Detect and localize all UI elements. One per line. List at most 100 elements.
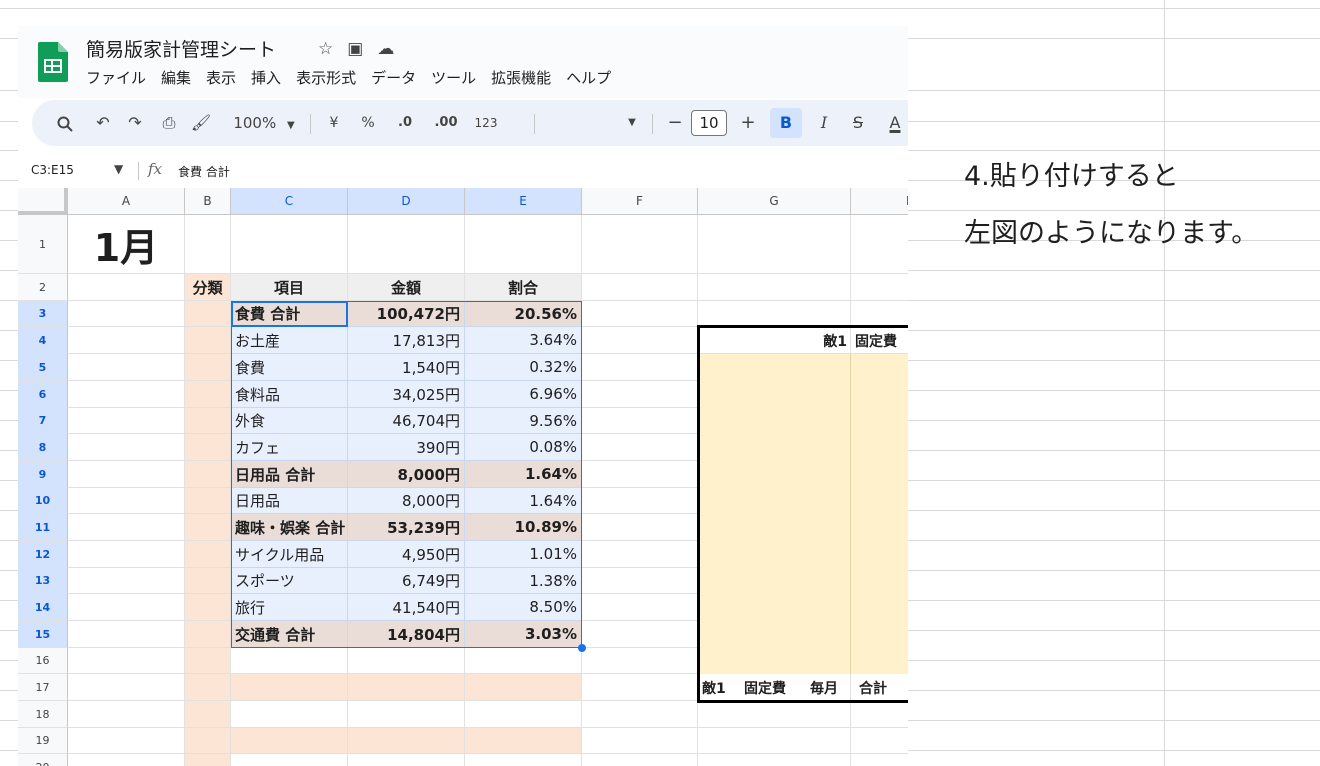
cell[interactable] (68, 301, 185, 327)
amount-cell[interactable]: 46,704円 (348, 408, 465, 434)
cell[interactable] (231, 728, 348, 754)
cell[interactable] (68, 434, 185, 461)
row-header-3[interactable]: 3 (18, 301, 68, 327)
column-header-b[interactable]: B (185, 188, 231, 215)
undo-icon[interactable]: ↶ (90, 100, 116, 146)
amount-cell[interactable]: 14,804円 (348, 621, 465, 648)
cell[interactable] (851, 728, 908, 754)
search-icon[interactable] (52, 100, 78, 146)
cell[interactable] (231, 648, 348, 674)
row-header-7[interactable]: 7 (18, 408, 68, 434)
cell[interactable] (698, 215, 851, 274)
item-cell[interactable]: サイクル用品 (231, 541, 348, 568)
cell[interactable] (185, 621, 231, 648)
row-header-17[interactable]: 17 (18, 674, 68, 701)
cell[interactable] (582, 621, 698, 648)
text-color-button[interactable]: A (883, 100, 907, 146)
menu-help[interactable]: ヘルプ (566, 67, 611, 88)
cell[interactable] (185, 701, 231, 728)
item-cell[interactable]: 趣味・娯楽 合計 (231, 514, 348, 541)
cell[interactable] (68, 621, 185, 648)
amount-cell[interactable]: 53,239円 (348, 514, 465, 541)
strikethrough-icon[interactable]: S (847, 100, 869, 146)
increase-font-size-button[interactable]: + (737, 100, 759, 146)
cell[interactable] (582, 674, 698, 701)
cell[interactable] (582, 434, 698, 461)
item-cell[interactable]: 日用品 (231, 488, 348, 514)
cell[interactable] (68, 408, 185, 434)
cell[interactable] (348, 648, 465, 674)
row-header-5[interactable]: 5 (18, 354, 68, 381)
cell[interactable] (582, 568, 698, 594)
currency-button[interactable]: ¥ (322, 100, 346, 146)
print-icon[interactable]: ⎙ (156, 100, 182, 146)
amount-cell[interactable]: 8,000円 (348, 488, 465, 514)
ratio-cell[interactable]: 1.64% (465, 461, 582, 488)
row-header-16[interactable]: 16 (18, 648, 68, 674)
amount-cell[interactable]: 34,025円 (348, 381, 465, 408)
amount-cell[interactable]: 8,000円 (348, 461, 465, 488)
item-cell[interactable]: 日用品 合計 (231, 461, 348, 488)
name-box[interactable]: C3:E15 (31, 163, 74, 177)
cell[interactable] (68, 514, 185, 541)
cell[interactable] (582, 274, 698, 301)
amount-cell[interactable]: 6,749円 (348, 568, 465, 594)
cell[interactable] (465, 674, 582, 701)
column-header-f[interactable]: F (582, 188, 698, 215)
ratio-cell[interactable]: 10.89% (465, 514, 582, 541)
star-icon[interactable]: ☆ (318, 39, 333, 59)
cell[interactable] (185, 728, 231, 754)
row-header-12[interactable]: 12 (18, 541, 68, 568)
menu-extensions[interactable]: 拡張機能 (491, 67, 551, 88)
cell[interactable] (582, 354, 698, 381)
cell[interactable] (582, 381, 698, 408)
cell[interactable] (68, 674, 185, 701)
cell[interactable] (698, 728, 851, 754)
cell[interactable] (68, 568, 185, 594)
zoom-select[interactable]: 100% ▼ (224, 100, 304, 146)
percent-button[interactable]: % (356, 100, 380, 146)
cell[interactable] (582, 541, 698, 568)
cell[interactable] (582, 215, 698, 274)
font-size-input[interactable]: 10 (691, 110, 727, 136)
cell[interactable] (698, 301, 851, 327)
paint-format-icon[interactable]: 🖌 (188, 100, 214, 146)
ratio-cell[interactable]: 8.50% (465, 594, 582, 621)
row-header-1[interactable]: 1 (18, 215, 68, 274)
cell[interactable] (465, 648, 582, 674)
side-table[interactable] (697, 325, 908, 703)
column-header-g[interactable]: G (698, 188, 851, 215)
row-header-20[interactable]: 20 (18, 754, 68, 766)
cell[interactable] (851, 754, 908, 766)
cell[interactable] (582, 701, 698, 728)
cell[interactable] (68, 274, 185, 301)
number-format-button[interactable]: 123 (470, 100, 502, 146)
decrease-font-size-button[interactable]: − (664, 100, 686, 146)
ratio-cell[interactable]: 20.56% (465, 301, 582, 327)
cell[interactable] (185, 461, 231, 488)
item-cell[interactable]: 食費 合計 (231, 301, 348, 327)
cell[interactable] (68, 461, 185, 488)
item-cell[interactable]: 食料品 (231, 381, 348, 408)
cell[interactable] (851, 301, 908, 327)
item-cell[interactable]: 食費 (231, 354, 348, 381)
row-header-4[interactable]: 4 (18, 327, 68, 354)
cell[interactable] (582, 301, 698, 327)
amount-cell[interactable]: 4,950円 (348, 541, 465, 568)
ratio-cell[interactable]: 1.38% (465, 568, 582, 594)
move-folder-icon[interactable]: ▣ (347, 39, 363, 59)
item-cell[interactable]: カフェ (231, 434, 348, 461)
cell-grid[interactable]: ABCDEFGH12345678910111213141516171819201… (18, 188, 908, 766)
cell[interactable] (68, 381, 185, 408)
cell[interactable] (185, 514, 231, 541)
cell[interactable] (348, 728, 465, 754)
cell[interactable] (582, 488, 698, 514)
cell[interactable] (582, 754, 698, 766)
cell[interactable] (185, 541, 231, 568)
cell[interactable] (185, 754, 231, 766)
cell[interactable] (185, 381, 231, 408)
cell[interactable] (185, 594, 231, 621)
cell[interactable] (185, 488, 231, 514)
cell[interactable] (68, 541, 185, 568)
row-header-8[interactable]: 8 (18, 434, 68, 461)
